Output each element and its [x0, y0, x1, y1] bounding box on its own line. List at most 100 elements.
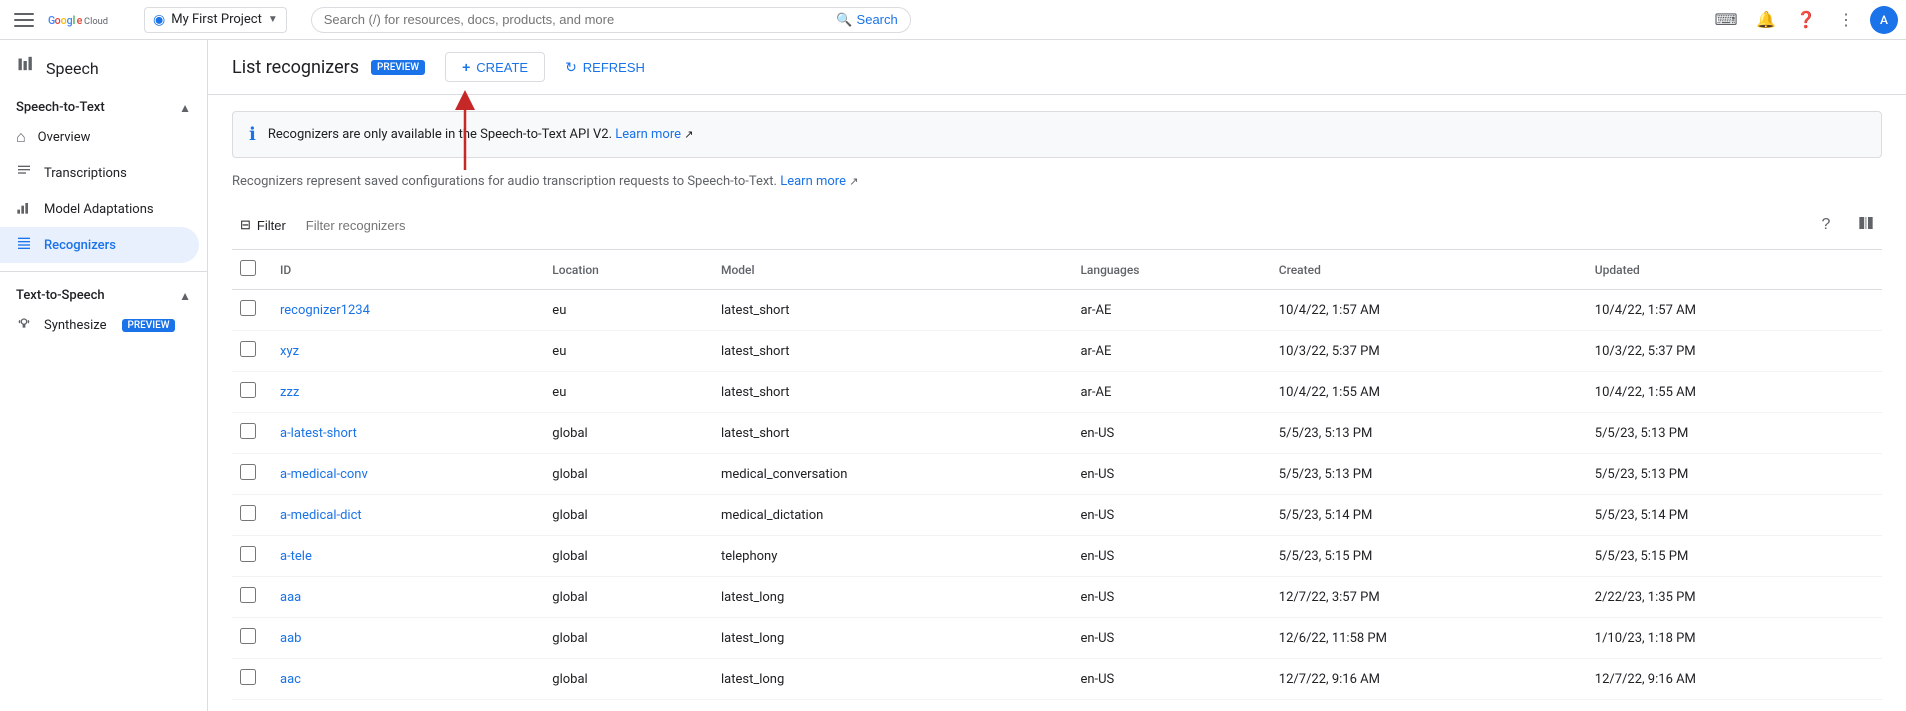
cell-updated: 10/4/22, 1:55 AM: [1583, 372, 1882, 413]
id-link-4[interactable]: a-medical-conv: [280, 467, 368, 482]
table-toolbar-icons: ?: [1810, 209, 1882, 241]
table-row: aaa global latest_long en-US 12/7/22, 3:…: [232, 577, 1882, 618]
refresh-button[interactable]: ↻ REFRESH: [553, 53, 657, 82]
row-checkbox-4[interactable]: [240, 464, 256, 480]
cell-updated: 5/5/23, 5:14 PM: [1583, 495, 1882, 536]
id-link-2[interactable]: zzz: [280, 385, 299, 400]
main-content: List recognizers PREVIEW + CREATE ↻ REFR…: [208, 40, 1906, 711]
id-link-3[interactable]: a-latest-short: [280, 426, 357, 441]
terminal-icon-button[interactable]: ⌨: [1710, 4, 1742, 36]
select-all-checkbox[interactable]: [240, 260, 256, 276]
cell-id: a-medical-conv: [268, 454, 540, 495]
row-checkbox-0[interactable]: [240, 300, 256, 316]
help-button[interactable]: ❓: [1790, 4, 1822, 36]
cell-id: a-medical-dict: [268, 495, 540, 536]
row-checkbox-5[interactable]: [240, 505, 256, 521]
row-checkbox-7[interactable]: [240, 587, 256, 603]
google-cloud-logo[interactable]: G o o g l e Cloud: [48, 10, 128, 30]
create-button[interactable]: + CREATE: [445, 52, 545, 82]
text-to-speech-section[interactable]: Text-to-Speech ▲: [0, 280, 207, 307]
svg-text:Cloud: Cloud: [84, 16, 108, 27]
cell-location: global: [540, 618, 709, 659]
row-checkbox-cell: [232, 290, 268, 331]
cell-languages: ar-AE: [1068, 290, 1266, 331]
sidebar-item-model-adaptations[interactable]: Model Adaptations: [0, 191, 199, 227]
svg-text:e: e: [77, 14, 83, 27]
cell-updated: 5/5/23, 5:15 PM: [1583, 536, 1882, 577]
row-checkbox-2[interactable]: [240, 382, 256, 398]
bell-icon: 🔔: [1756, 10, 1776, 30]
cell-location: eu: [540, 290, 709, 331]
description-learn-more-link[interactable]: Learn more: [780, 174, 846, 189]
transcriptions-icon: [16, 163, 32, 183]
search-input[interactable]: [324, 12, 829, 27]
sidebar-label-transcriptions: Transcriptions: [44, 166, 127, 181]
user-avatar[interactable]: A: [1870, 6, 1898, 34]
sidebar-item-synthesize[interactable]: Synthesize PREVIEW: [0, 307, 199, 343]
sidebar-item-overview[interactable]: ⌂ Overview: [0, 119, 199, 155]
cell-languages: en-US: [1068, 536, 1266, 577]
synthesize-icon: [16, 315, 32, 335]
row-checkbox-6[interactable]: [240, 546, 256, 562]
search-button[interactable]: 🔍 Search: [836, 12, 897, 28]
id-link-6[interactable]: a-tele: [280, 549, 312, 564]
page-title: List recognizers: [232, 57, 359, 78]
row-checkbox-cell: [232, 618, 268, 659]
cell-created: 12/7/22, 3:57 PM: [1267, 577, 1583, 618]
col-header-id: ID: [268, 250, 540, 290]
home-icon: ⌂: [16, 127, 26, 147]
id-link-8[interactable]: aab: [280, 631, 301, 646]
row-checkbox-9[interactable]: [240, 669, 256, 685]
section-label-stt: Speech-to-Text: [16, 100, 105, 115]
cell-id: aac: [268, 659, 540, 700]
more-options-button[interactable]: ⋮: [1830, 4, 1862, 36]
filter-input[interactable]: [306, 218, 1798, 233]
row-checkbox-cell: [232, 331, 268, 372]
external-link-icon: ↗: [684, 128, 693, 141]
cell-model: latest_short: [709, 331, 1068, 372]
cell-location: global: [540, 413, 709, 454]
row-checkbox-1[interactable]: [240, 341, 256, 357]
sidebar-item-transcriptions[interactable]: Transcriptions: [0, 155, 199, 191]
app-layout: Speech Speech-to-Text ▲ ⌂ Overview Trans…: [0, 40, 1906, 711]
cell-languages: en-US: [1068, 454, 1266, 495]
id-link-5[interactable]: a-medical-dict: [280, 508, 362, 523]
arrow-annotation: [450, 90, 480, 190]
column-toggle-button[interactable]: [1850, 209, 1882, 241]
notifications-button[interactable]: 🔔: [1750, 4, 1782, 36]
plus-icon: +: [462, 59, 470, 75]
speech-to-text-section[interactable]: Speech-to-Text ▲: [0, 92, 207, 119]
row-checkbox-8[interactable]: [240, 628, 256, 644]
table-row: a-medical-conv global medical_conversati…: [232, 454, 1882, 495]
cell-created: 10/4/22, 1:55 AM: [1267, 372, 1583, 413]
model-adaptations-icon: [16, 199, 32, 219]
project-selector[interactable]: ◉ My First Project ▼: [144, 7, 287, 33]
cell-model: medical_conversation: [709, 454, 1068, 495]
sidebar-item-recognizers[interactable]: Recognizers: [0, 227, 199, 263]
svg-text:o: o: [55, 14, 61, 27]
sidebar: Speech Speech-to-Text ▲ ⌂ Overview Trans…: [0, 40, 208, 711]
row-checkbox-3[interactable]: [240, 423, 256, 439]
id-link-0[interactable]: recognizer1234: [280, 303, 370, 318]
section-label-tts: Text-to-Speech: [16, 288, 105, 303]
table-row: aab global latest_long en-US 12/6/22, 11…: [232, 618, 1882, 659]
page-header: List recognizers PREVIEW + CREATE ↻ REFR…: [208, 40, 1906, 95]
sidebar-label-recognizers: Recognizers: [44, 238, 116, 253]
project-icon: ◉: [153, 12, 165, 28]
filter-icon: ⊟: [240, 217, 251, 233]
hamburger-menu-button[interactable]: [8, 4, 40, 36]
cell-languages: ar-AE: [1068, 331, 1266, 372]
project-name: My First Project: [171, 12, 262, 27]
info-learn-more-link[interactable]: Learn more: [615, 127, 681, 142]
page-preview-badge: PREVIEW: [371, 60, 425, 75]
filter-button[interactable]: ⊟ Filter: [232, 211, 294, 239]
cell-location: global: [540, 577, 709, 618]
id-link-1[interactable]: xyz: [280, 344, 299, 359]
id-link-7[interactable]: aaa: [280, 590, 301, 605]
table-toolbar: ⊟ Filter ?: [232, 201, 1882, 250]
help-table-button[interactable]: ?: [1810, 209, 1842, 241]
row-checkbox-cell: [232, 413, 268, 454]
recognizers-icon: [16, 235, 32, 255]
table-row: recognizer1234 eu latest_short ar-AE 10/…: [232, 290, 1882, 331]
id-link-9[interactable]: aac: [280, 672, 301, 687]
